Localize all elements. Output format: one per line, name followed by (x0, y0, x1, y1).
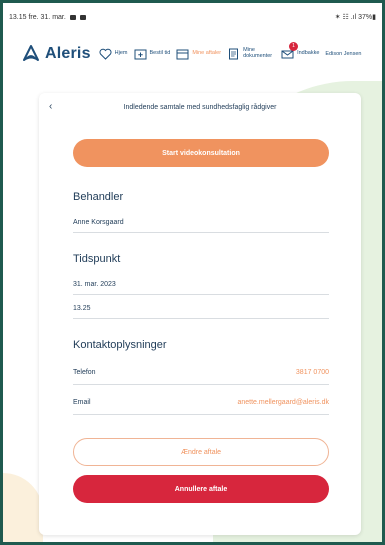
change-appointment-button[interactable]: Ændre aftale (73, 438, 329, 466)
email-row: Email anette.mellergaard@aleris.dk (73, 391, 329, 415)
tidspunkt-heading: Tidspunkt (73, 253, 121, 265)
kontakt-heading: Kontaktoplysninger (73, 339, 167, 351)
logo-text: Aleris (45, 45, 91, 62)
calendar-icon (176, 49, 189, 60)
nav-label: Mine aftaler (192, 50, 222, 57)
nav-item-hjem[interactable]: Hjem (99, 48, 128, 60)
chevron-left-icon: ‹ (49, 101, 53, 112)
nav-item-mine-aftaler[interactable]: Mine aftaler (176, 48, 221, 60)
time-field: 13.25 (73, 299, 329, 319)
date-value: 31. mar. 2023 (73, 281, 116, 288)
behandler-value: Anne Korsgaard (73, 219, 124, 226)
nav-label: Bestil tid (149, 50, 171, 57)
back-button[interactable]: ‹ (49, 101, 52, 112)
date-field: 31. mar. 2023 (73, 275, 329, 295)
calendar-plus-icon (134, 49, 147, 60)
cancel-appointment-button[interactable]: Annullere aftale (73, 475, 329, 503)
nav-item-indbakke[interactable]: 1 Indbakke (281, 42, 320, 60)
user-name[interactable]: Edison Jensen (325, 51, 361, 57)
status-right: ✶ ☷ .ıl 37%▮ (334, 14, 376, 21)
behandler-field: Anne Korsgaard (73, 213, 329, 233)
appointment-card: ‹ Indledende samtale med sundhedsfaglig … (39, 93, 361, 535)
nav-label: Hjem (114, 50, 128, 57)
top-nav: Aleris Hjem Bestil tid Mine aftaler Mine… (21, 37, 376, 71)
nav-label: Indbakke (297, 50, 320, 57)
status-icon (69, 14, 76, 20)
status-icon (79, 14, 86, 20)
start-video-button[interactable]: Start videokonsultation (73, 139, 329, 167)
logo[interactable]: Aleris (21, 44, 91, 64)
behandler-heading: Behandler (73, 191, 124, 203)
telefon-row: Telefon 3817 0700 (73, 361, 329, 385)
notification-badge: 1 (289, 42, 299, 51)
telefon-label: Telefon (73, 369, 96, 376)
card-title: Indledende samtale med sundhedsfaglig rå… (123, 103, 277, 111)
aleris-logo-icon (23, 45, 39, 61)
nav-item-bestil-tid[interactable]: Bestil tid (134, 48, 171, 60)
status-time-date: 13.15 fre. 31. mar. (9, 13, 66, 21)
document-icon (229, 48, 239, 60)
email-label: Email (73, 399, 91, 406)
nav-item-mine-dokumenter[interactable]: Mine dokumenter (227, 47, 275, 60)
card-header: ‹ Indledende samtale med sundhedsfaglig … (39, 93, 361, 121)
app-frame: 13.15 fre. 31. mar. ✶ ☷ .ıl 37%▮ Aleris … (0, 0, 385, 545)
background-shape-small (3, 473, 43, 542)
status-bar: 13.15 fre. 31. mar. ✶ ☷ .ıl 37%▮ (9, 11, 376, 23)
telefon-link[interactable]: 3817 0700 (296, 369, 329, 376)
heart-icon (99, 48, 112, 60)
email-link[interactable]: anette.mellergaard@aleris.dk (237, 399, 329, 406)
time-value: 13.25 (73, 305, 91, 312)
nav-label: Mine dokumenter (243, 47, 273, 59)
